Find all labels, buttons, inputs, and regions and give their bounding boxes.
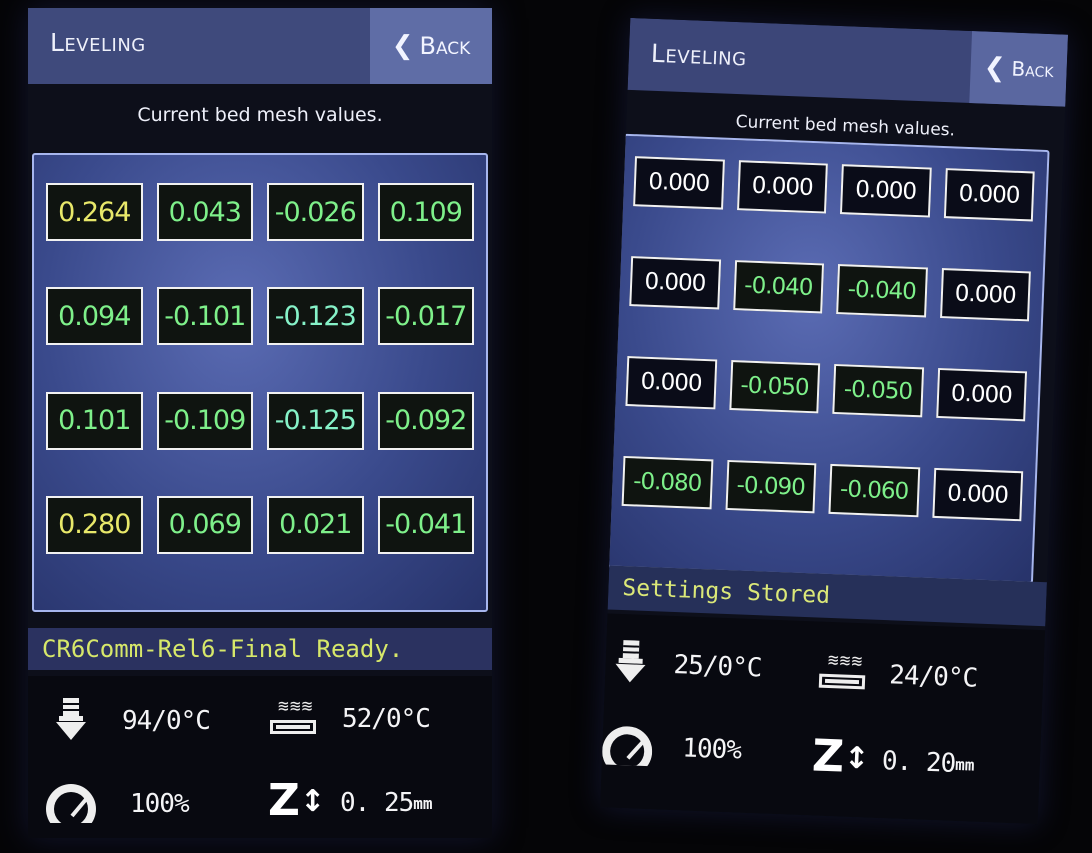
back-button[interactable]: ❮ Back <box>969 31 1069 107</box>
speed-readout: 100% <box>602 725 742 770</box>
speed-value: 100% <box>130 789 190 819</box>
hotend-temp-readout: 25/0°C <box>614 640 763 692</box>
nozzle-icon <box>56 698 86 744</box>
header-bar: Leveling ❮ Back <box>627 17 1069 107</box>
heated-bed-icon: ≋≋≋ <box>818 650 871 696</box>
heated-bed-icon: ≋≋≋ <box>270 698 320 740</box>
z-axis-icon: Z ↕ <box>811 730 870 783</box>
speed-readout: 100% <box>46 784 190 824</box>
mesh-value: 0.000 <box>625 356 717 410</box>
mesh-caption: Current bed mesh values. <box>137 104 383 126</box>
mesh-value: 0.000 <box>943 168 1035 222</box>
hotend-temp-readout: 94/0°C <box>56 698 211 744</box>
mesh-value: 0.000 <box>629 256 721 310</box>
mesh-value: 0.043 <box>156 183 253 241</box>
bed-mesh-panel: 0.000 0.000 0.000 0.000 0.000 -0.040 -0.… <box>607 133 1050 584</box>
z-offset-unit: mm <box>954 754 975 775</box>
back-button-label: Back <box>419 32 471 60</box>
z-axis-icon: Z ↕ <box>268 775 326 826</box>
mesh-value: -0.101 <box>156 287 253 346</box>
printer-screen-left: Leveling ❮ Back Current bed mesh values.… <box>28 8 492 838</box>
z-offset-value: 0. 20 <box>881 746 956 779</box>
z-offset-value: 0. 25 <box>340 788 414 818</box>
z-offset-unit: mm <box>413 793 433 813</box>
back-button[interactable]: ❮ Back <box>370 8 492 84</box>
bed-mesh-grid: 0.264 0.043 -0.026 0.109 0.094 -0.101 -0… <box>46 183 474 600</box>
nozzle-icon <box>614 640 647 687</box>
back-button-label: Back <box>1011 56 1054 83</box>
z-offset-readout: Z ↕ 0. 20 mm <box>811 730 975 787</box>
page-title: Leveling <box>650 38 748 72</box>
mesh-value: -0.050 <box>728 359 821 414</box>
mesh-value: -0.041 <box>377 495 474 554</box>
hotend-temp-value: 94/0°C <box>122 706 211 736</box>
mesh-value: 0.021 <box>267 495 364 554</box>
bed-mesh-panel: 0.264 0.043 -0.026 0.109 0.094 -0.101 -0… <box>32 153 488 612</box>
bed-temp-value: 24/0°C <box>888 660 978 694</box>
gauge-icon <box>46 784 96 824</box>
header-bar: Leveling ❮ Back <box>28 8 492 84</box>
chevron-left-icon: ❮ <box>391 31 414 61</box>
printer-screen-right: Leveling ❮ Back Current bed mesh values.… <box>599 17 1069 825</box>
mesh-value: -0.050 <box>832 363 924 418</box>
gauge-icon <box>602 725 653 767</box>
bed-temp-readout: ≋≋≋ 52/0°C <box>270 698 431 740</box>
z-offset-readout: Z ↕ 0. 25 mm <box>268 775 433 826</box>
speed-value: 100% <box>681 733 742 766</box>
mesh-value: -0.017 <box>377 287 474 346</box>
mesh-value: -0.060 <box>828 463 920 518</box>
mesh-value: 0.280 <box>46 495 143 554</box>
status-message: CR6Comm-Rel6-Final Ready. <box>28 628 492 670</box>
mesh-value: -0.040 <box>836 264 928 318</box>
mesh-value: 0.069 <box>156 495 253 554</box>
mesh-value: 0.094 <box>46 287 143 346</box>
mesh-value: -0.109 <box>156 391 253 450</box>
mesh-value: 0.109 <box>377 183 474 241</box>
mesh-value: 0.000 <box>839 164 932 218</box>
mesh-value: -0.125 <box>267 391 364 450</box>
mesh-value: 0.000 <box>633 156 725 210</box>
mesh-value: -0.026 <box>267 183 364 241</box>
bed-mesh-grid: 0.000 0.000 0.000 0.000 0.000 -0.040 -0.… <box>620 156 1035 571</box>
page-title: Leveling <box>50 28 146 57</box>
printer-readouts: 25/0°C ≋≋≋ 24/0°C 100% Z ↕ 0. 20 mm <box>599 613 1046 825</box>
mesh-value: 0.101 <box>46 391 143 450</box>
chevron-left-icon: ❮ <box>983 52 1007 84</box>
mesh-value: 0.000 <box>736 160 828 214</box>
bed-temp-value: 52/0°C <box>342 704 431 734</box>
mesh-value: -0.092 <box>377 391 474 450</box>
mesh-value: -0.040 <box>732 260 825 314</box>
mesh-value: 0.000 <box>939 268 1031 322</box>
bed-temp-readout: ≋≋≋ 24/0°C <box>818 650 978 700</box>
mesh-value: 0.000 <box>931 467 1024 522</box>
mesh-value: -0.090 <box>725 459 817 514</box>
mesh-value: -0.080 <box>621 455 713 510</box>
printer-readouts: 94/0°C ≋≋≋ 52/0°C 100% Z ↕ 0. 25 mm <box>28 676 492 838</box>
mesh-value: -0.123 <box>267 287 364 346</box>
mesh-value: 0.264 <box>46 183 143 241</box>
hotend-temp-value: 25/0°C <box>672 650 762 684</box>
mesh-value: 0.000 <box>935 367 1028 422</box>
